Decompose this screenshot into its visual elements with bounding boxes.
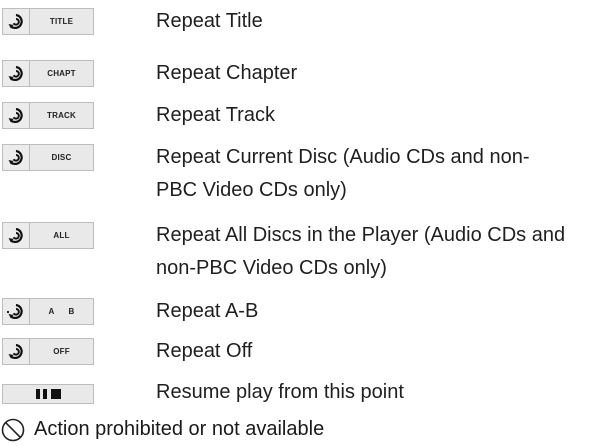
repeat-icon [3, 223, 30, 248]
resume-bar-right [42, 389, 47, 399]
description: Repeat Current Disc (Audio CDs and non-P… [156, 146, 530, 201]
resume-icon [2, 384, 94, 404]
repeat-all-icon: ALL [2, 222, 94, 249]
icon-label: TRACK [47, 111, 76, 120]
icon-label: A B [48, 307, 75, 316]
repeat-icon [3, 339, 30, 364]
repeat-off-icon: OFF [2, 338, 94, 365]
repeat-disc-icon: DISC [2, 144, 94, 171]
repeat-ab-icon: A B [2, 298, 94, 325]
prohibited-icon [1, 418, 25, 442]
resume-bar-left [35, 389, 40, 399]
icon-label: TITLE [49, 17, 74, 26]
repeat-icon [3, 9, 30, 34]
description: Repeat Chapter [156, 62, 298, 84]
description: Repeat All Discs in the Player (Audio CD… [156, 224, 566, 279]
repeat-chapter-icon: CHAPT [2, 60, 94, 87]
description: Repeat A-B [156, 300, 259, 322]
repeat-title-icon: TITLE [2, 8, 94, 35]
repeat-icon [3, 145, 30, 170]
description: Resume play from this point [156, 381, 404, 403]
repeat-icon [3, 103, 30, 128]
description: Repeat Off [156, 340, 253, 362]
resume-block [50, 389, 61, 399]
icon-label: CHAPT [47, 69, 76, 78]
repeat-icon [3, 61, 30, 86]
icon-label: DISC [51, 153, 72, 162]
description: Repeat Title [156, 10, 263, 32]
icon-label: OFF [53, 347, 70, 356]
description: Repeat Track [156, 104, 275, 126]
icon-label: ALL [53, 231, 70, 240]
repeat-icon [3, 299, 30, 324]
repeat-track-icon: TRACK [2, 102, 94, 129]
prohibited-description: Action prohibited or not available [34, 418, 325, 440]
